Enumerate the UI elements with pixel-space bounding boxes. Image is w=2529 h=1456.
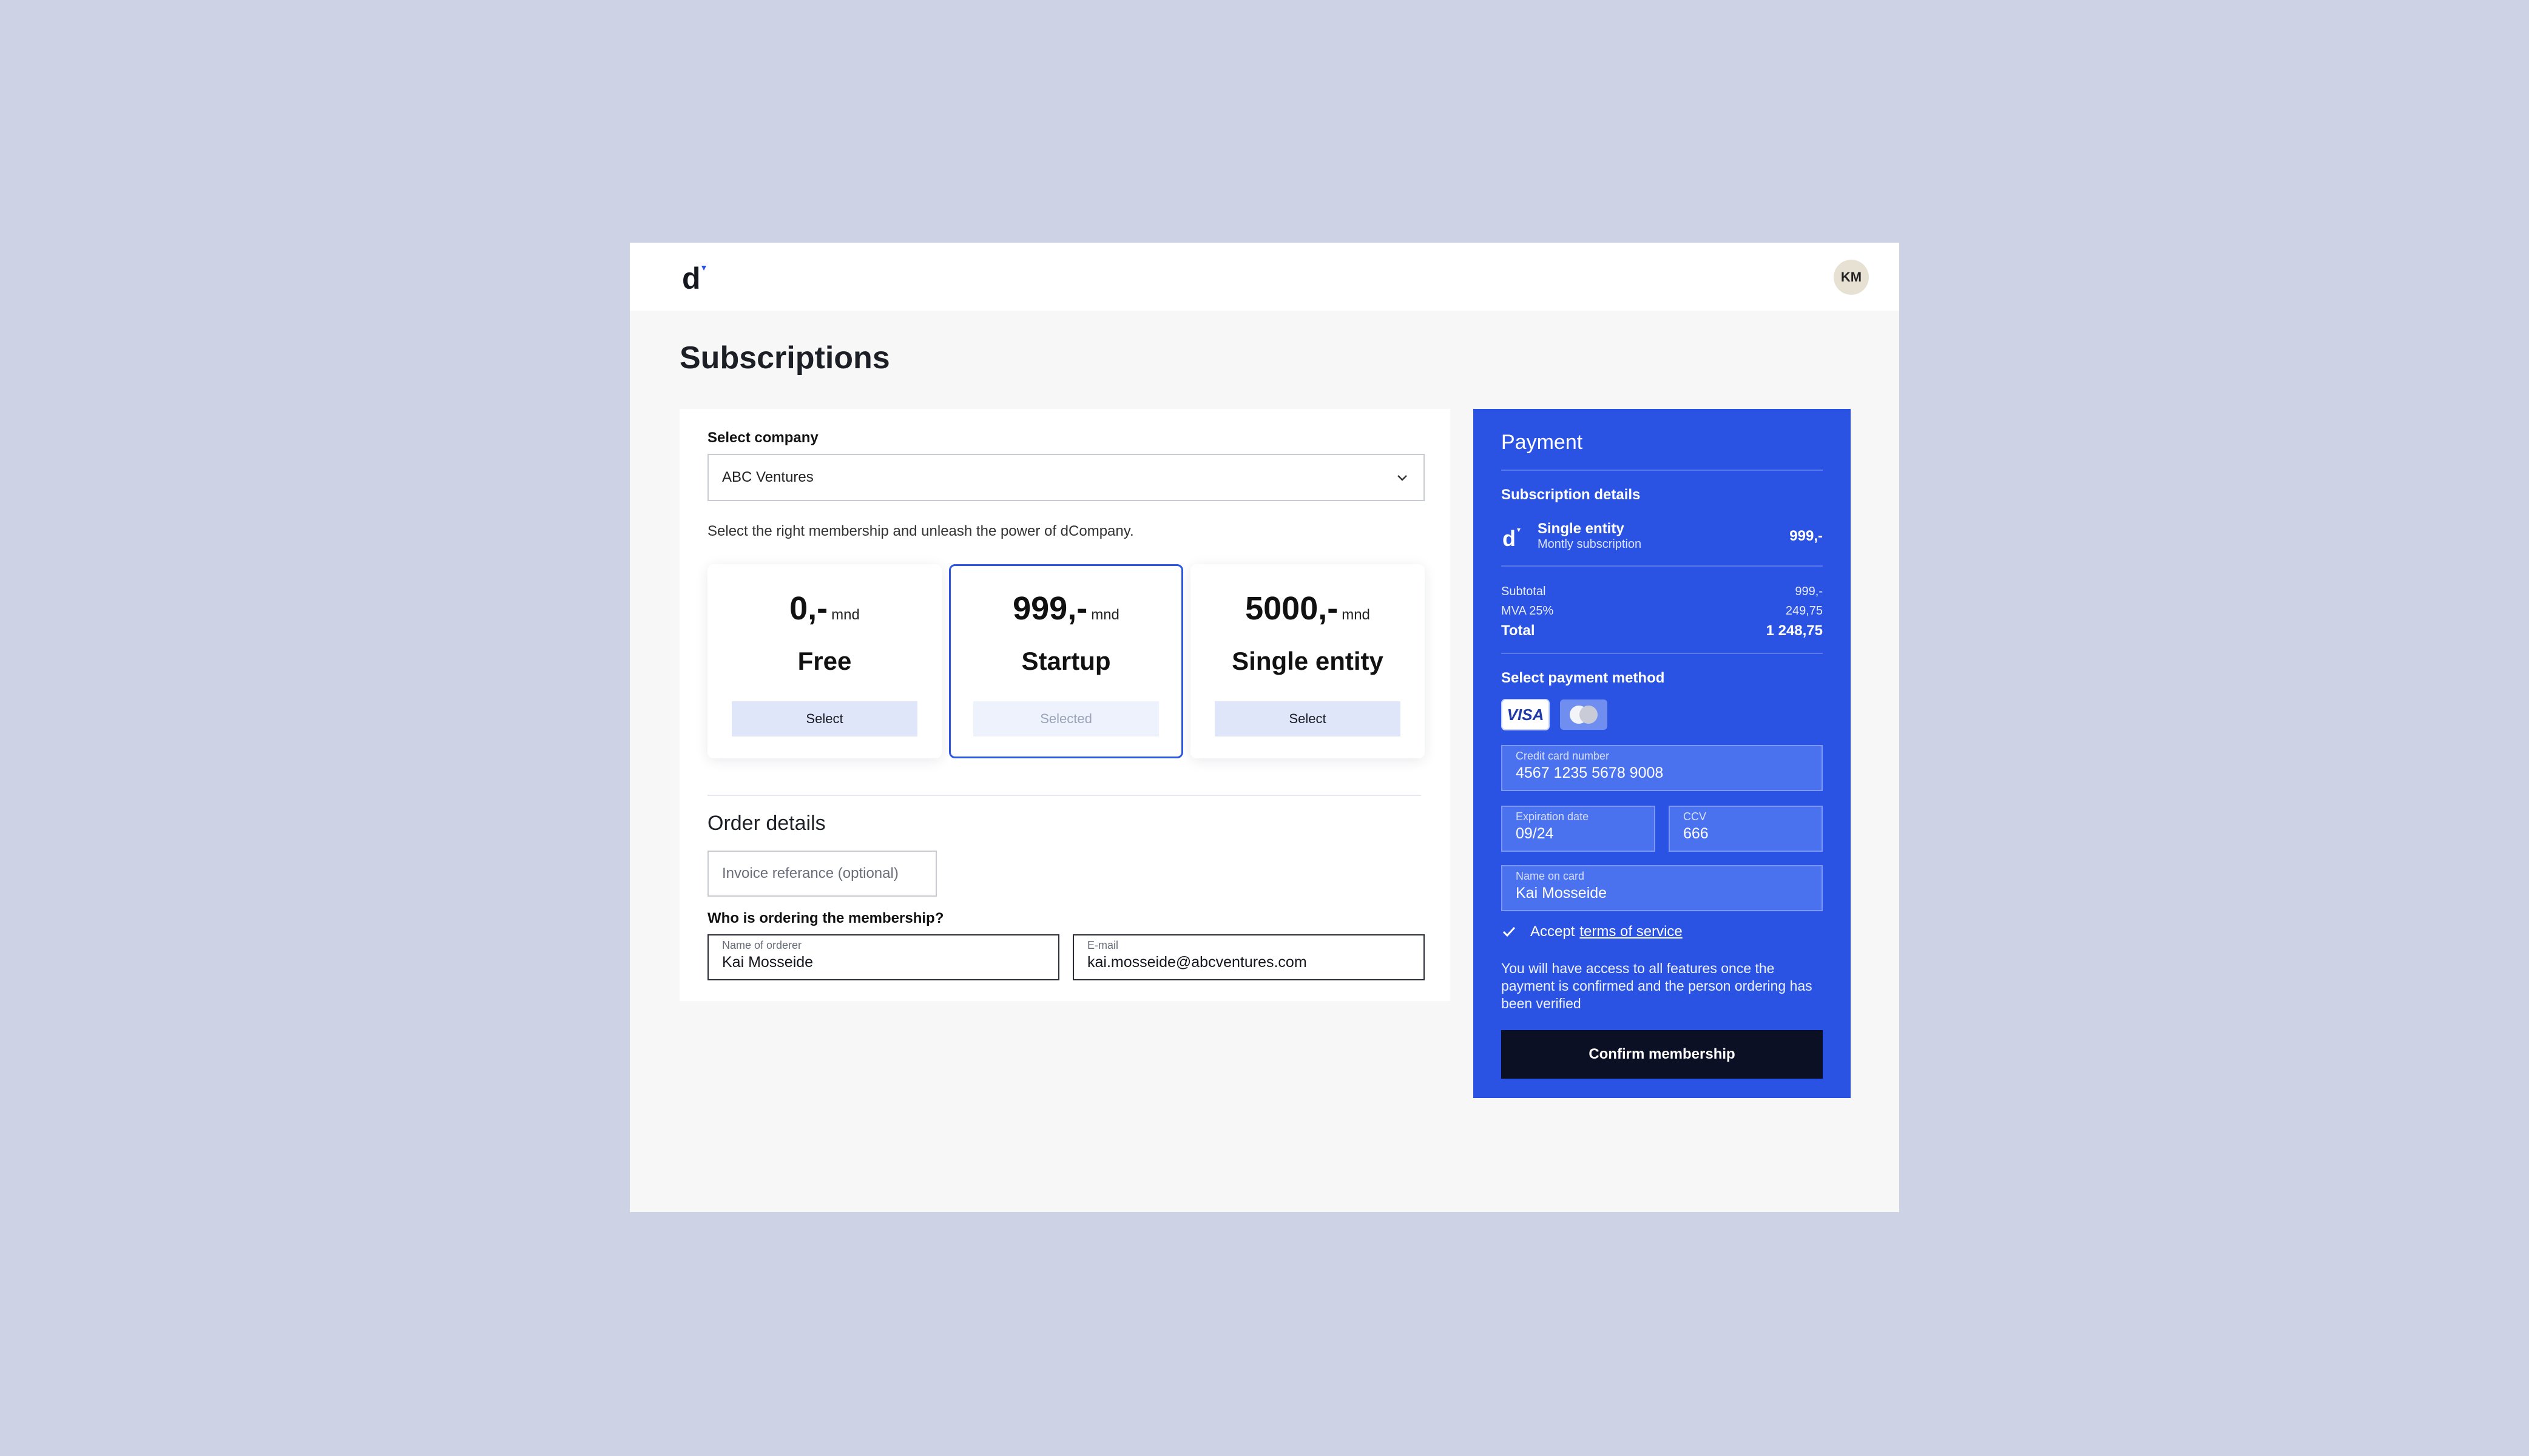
divider <box>1501 470 1823 471</box>
name-on-card-value: Kai Mosseide <box>1516 885 1607 902</box>
company-select[interactable]: ABC Ventures <box>707 454 1425 501</box>
subscription-item-name: Single entity <box>1538 521 1624 537</box>
d-logo-icon: d <box>1502 526 1521 550</box>
email-value: kai.mosseide@abcventures.com <box>1087 954 1307 971</box>
select-company-label: Select company <box>707 430 819 446</box>
avatar[interactable]: KM <box>1834 260 1869 295</box>
plan-name: Free <box>797 647 852 675</box>
payment-panel: Payment Subscription details d Single en… <box>1473 409 1851 1098</box>
page-title: Subscriptions <box>680 340 890 376</box>
svg-text:d: d <box>682 261 701 295</box>
subtotal-value: 999,- <box>1795 585 1823 598</box>
order-details-title: Order details <box>707 812 826 835</box>
vat-value: 249,75 <box>1785 604 1823 618</box>
email-label: E-mail <box>1087 939 1119 951</box>
vat-label: MVA 25% <box>1501 604 1554 618</box>
chevron-down-icon <box>1397 475 1407 481</box>
card-number-label: Credit card number <box>1516 750 1610 762</box>
total-label: Total <box>1501 622 1535 639</box>
d-logo-icon[interactable]: d <box>680 261 714 295</box>
subscription-item-desc: Montly subscription <box>1538 538 1642 551</box>
plan-name: Startup <box>1021 647 1111 675</box>
divider <box>1501 653 1823 654</box>
visa-icon[interactable]: VISA <box>1501 699 1550 730</box>
orderer-name-value: Kai Mosseide <box>722 954 814 971</box>
terms-of-service-link[interactable]: terms of service <box>1579 923 1682 940</box>
plan-unit: mnd <box>831 607 860 623</box>
expiration-date-value: 09/24 <box>1516 825 1554 842</box>
subscription-form-card: Select company ABC Ventures Select the r… <box>680 409 1450 1001</box>
total-value: 1 248,75 <box>1766 622 1823 639</box>
plan-price: 5000,- mnd <box>1190 590 1425 627</box>
plan-price: 0,- mnd <box>707 590 942 627</box>
plan-card-single-entity[interactable]: 5000,- mnd Single entity Select <box>1190 564 1425 758</box>
confirm-membership-button[interactable]: Confirm membership <box>1501 1030 1823 1079</box>
plan-name: Single entity <box>1232 647 1383 675</box>
subscription-item-price: 999,- <box>1789 528 1823 544</box>
who-is-ordering-label: Who is ordering the membership? <box>707 910 944 926</box>
ccv-field[interactable]: CCV 666 <box>1669 806 1823 852</box>
plan-price: 999,- mnd <box>951 590 1181 627</box>
card-number-value: 4567 1235 5678 9008 <box>1516 764 1664 781</box>
select-free-button[interactable]: Select <box>732 701 917 736</box>
top-bar: d KM <box>630 243 1899 311</box>
app-window: d KM Subscriptions Select company ABC Ve… <box>630 243 1899 1212</box>
name-on-card-field[interactable]: Name on card Kai Mosseide <box>1501 865 1823 911</box>
divider <box>1501 565 1823 567</box>
svg-text:VISA: VISA <box>1507 706 1544 724</box>
subtotal-label: Subtotal <box>1501 585 1546 598</box>
divider <box>707 795 1421 796</box>
selected-startup-button[interactable]: Selected <box>973 701 1159 736</box>
accept-text: Accept <box>1530 923 1575 940</box>
subscription-details-label: Subscription details <box>1501 487 1641 503</box>
plan-unit: mnd <box>1091 607 1119 623</box>
invoice-reference-input[interactable]: Invoice referance (optional) <box>707 851 937 897</box>
expiration-date-label: Expiration date <box>1516 811 1589 823</box>
select-single-entity-button[interactable]: Select <box>1215 701 1400 736</box>
expiration-date-field[interactable]: Expiration date 09/24 <box>1501 806 1655 852</box>
payment-method-label: Select payment method <box>1501 670 1665 686</box>
mastercard-icon[interactable] <box>1559 699 1608 730</box>
payment-title: Payment <box>1501 431 1583 454</box>
name-on-card-label: Name on card <box>1516 870 1585 882</box>
checkmark-icon[interactable] <box>1501 924 1517 940</box>
accept-terms-row: Accept terms of service <box>1501 923 1683 940</box>
orderer-name-field[interactable]: Name of orderer Kai Mosseide <box>707 934 1059 980</box>
access-note: You will have access to all features onc… <box>1501 960 1812 1011</box>
email-field[interactable]: E-mail kai.mosseide@abcventures.com <box>1073 934 1425 980</box>
plan-amount: 5000,- <box>1245 590 1339 627</box>
plan-unit: mnd <box>1342 607 1370 623</box>
ccv-label: CCV <box>1683 811 1707 823</box>
orderer-name-label: Name of orderer <box>722 939 802 951</box>
svg-text:d: d <box>1502 526 1516 550</box>
plan-card-free[interactable]: 0,- mnd Free Select <box>707 564 942 758</box>
plan-amount: 999,- <box>1013 590 1088 627</box>
plan-card-startup[interactable]: 999,- mnd Startup Selected <box>949 564 1183 758</box>
ccv-value: 666 <box>1683 825 1709 842</box>
company-select-value: ABC Ventures <box>722 469 814 485</box>
plan-amount: 0,- <box>789 590 828 627</box>
membership-intro-text: Select the right membership and unleash … <box>707 523 1134 539</box>
card-number-field[interactable]: Credit card number 4567 1235 5678 9008 <box>1501 745 1823 791</box>
